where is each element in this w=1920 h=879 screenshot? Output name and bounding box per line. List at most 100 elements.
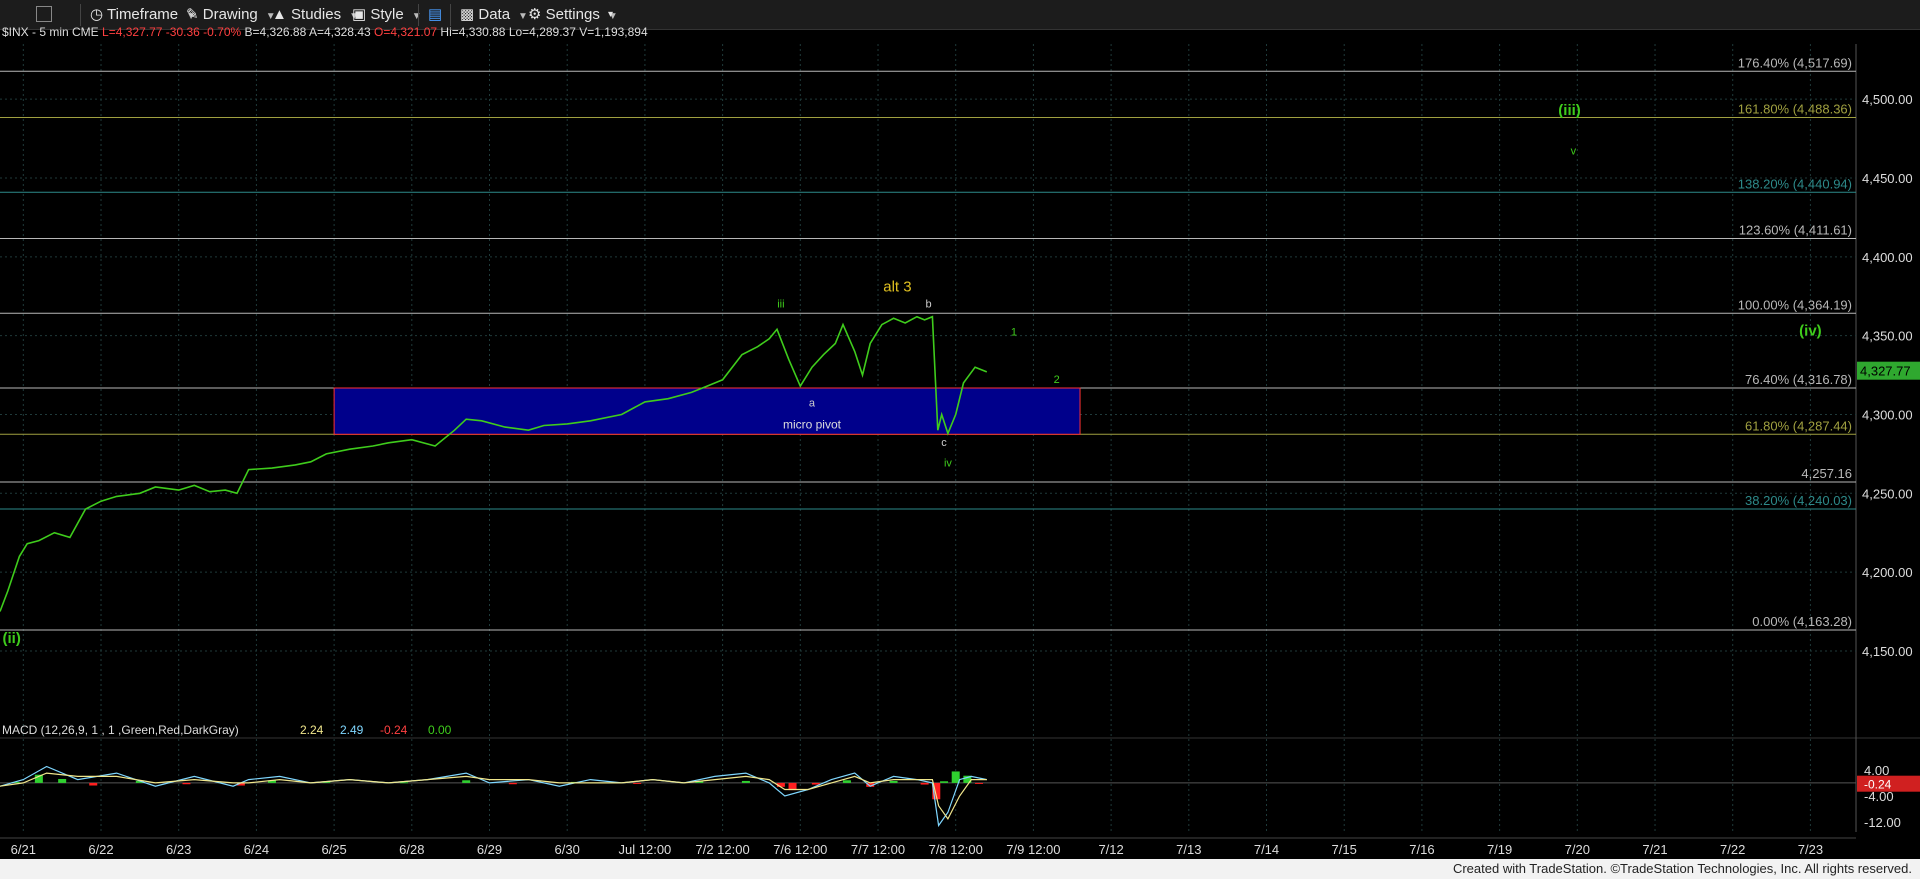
macd-histogram-bar [58,778,67,783]
macd-histogram-bar [182,782,191,785]
x-tick-label: 6/21 [11,842,36,857]
wave-label: v [1571,145,1577,157]
x-tick-label: 7/8 12:00 [929,842,983,857]
symbol-label: $INX - 5 min CME [2,25,99,39]
x-tick-label: 7/7 12:00 [851,842,905,857]
volume-value: V=1,193,894 [579,25,648,39]
macd-legend-value: 0.00 [428,723,452,737]
fib-label: 76.40% (4,316.78) [1745,372,1852,387]
ask-value: A=4,328.43 [308,25,371,39]
pencil-icon: ✎ [186,6,199,23]
macd-y-tick-label: -12.00 [1864,815,1901,830]
wave-label: (iv) [1799,323,1822,340]
x-tick-label: 6/30 [555,842,580,857]
x-tick-label: 7/21 [1642,842,1667,857]
timeframe-label: Timeframe [107,6,179,23]
style-label: Style [370,6,404,23]
x-tick-label: 7/12 [1098,842,1123,857]
x-tick-label: 6/25 [321,842,346,857]
drawing-menu[interactable]: ✎ Drawing ▼ [186,4,276,26]
chevron-down-icon: ▼ [518,11,528,22]
x-tick-label: 7/6 12:00 [773,842,827,857]
macd-histogram-bar [89,782,98,786]
x-tick-label: 6/28 [399,842,424,857]
x-tick-label: 7/19 [1487,842,1512,857]
drawing-label: Drawing [202,6,258,23]
macd-histogram-bar [633,782,642,784]
settings-menu[interactable]: ⚙ Settings ▼ [528,4,618,26]
layout-icon[interactable]: ▤ [428,4,442,26]
x-tick-label: 7/23 [1798,842,1823,857]
wave-label: alt 3 [883,279,911,296]
y-tick-label: 4,250.00 [1862,486,1913,501]
y-tick-label: 4,300.00 [1862,407,1913,422]
macd-histogram-bar [842,780,851,783]
gear-icon: ⚙ [528,6,542,23]
x-tick-label: 6/22 [88,842,113,857]
data-menu[interactable]: ▩ Data ▼ [460,4,528,26]
fib-label: 38.20% (4,240.03) [1745,493,1852,508]
clock-icon: ◷ [90,6,104,23]
chevron-down-icon: ▼ [411,11,422,22]
style-menu[interactable]: ▣ Style ▼ [352,4,422,26]
flask-icon: ▲ [272,6,287,23]
more-icon[interactable]: ▾ [608,4,613,26]
x-tick-label: 6/23 [166,842,191,857]
wave-label: iii [777,298,784,310]
fib-label: 161.80% (4,488.36) [1738,102,1852,117]
x-tick-label: 7/9 12:00 [1006,842,1060,857]
wave-label: 2 [1054,374,1060,386]
macd-legend-value: 2.24 [300,723,324,737]
macd-legend-value: -0.24 [380,723,408,737]
fib-label: 61.80% (4,287.44) [1745,418,1852,433]
change-value: -30.36 [165,25,200,39]
studies-menu[interactable]: ▲ Studies ▼ [272,4,359,26]
y-tick-label: 4,500.00 [1862,92,1913,107]
fib-label: 123.60% (4,411.61) [1739,223,1852,238]
footer-credit: Created with TradeStation. ©TradeStation… [1452,861,1912,876]
fib-label: 176.40% (4,517.69) [1738,55,1852,70]
wave-label: (iii) [1558,102,1581,119]
macd-legend-value: 2.49 [340,723,364,737]
wave-label: b [925,298,931,310]
micro-pivot-label: micro pivot [783,417,842,431]
x-tick-label: 7/13 [1176,842,1201,857]
y-tick-label: 4,200.00 [1862,565,1913,580]
wave-label: iv [944,457,952,469]
y-tick-label: 4,150.00 [1862,644,1913,659]
macd-histogram-bar [462,780,471,783]
macd-histogram-bar [741,780,750,783]
x-tick-label: Jul 12:00 [619,842,672,857]
x-tick-label: 7/22 [1720,842,1745,857]
last-price: L=4,327.77 [102,25,163,39]
y-tick-label: 4,400.00 [1862,250,1913,265]
macd-histogram-bar [920,782,929,785]
quote-header: $INX - 5 min CME L=4,327.77 -30.36 -0.70… [2,25,648,39]
macd-histogram-bar [508,782,517,785]
macd-title: MACD (12,26,9, 1 , 1 ,Green,Red,DarkGray… [2,723,239,737]
fib-label: 4,257.16 [1801,466,1852,481]
data-label: Data [478,6,511,23]
macd-histogram-bar [811,782,820,785]
micro-pivot-box [333,387,1081,435]
wave-label: (ii) [2,630,20,647]
x-tick-label: 7/2 12:00 [696,842,750,857]
price-chart[interactable]: 6/21 6/22 6/23 6/24 6/25 6/28 6/29 6/30 Jul 12:0… [0,30,1920,859]
low-value: Lo=4,289.37 [508,25,576,39]
wave-label: a [809,398,816,410]
x-tick-label: 7/15 [1332,842,1357,857]
settings-label: Settings [545,6,600,23]
timeframe-menu[interactable]: ◷ Timeframe ▼ [90,4,196,26]
x-tick-label: 6/29 [477,842,502,857]
macd-histogram-bar [940,781,949,783]
x-tick-label: 7/20 [1565,842,1590,857]
window-icon[interactable] [36,6,52,22]
chart-area[interactable]: 6/21 6/22 6/23 6/24 6/25 6/28 6/29 6/30 Jul 12:0… [0,25,1920,859]
style-icon: ▣ [352,6,367,23]
macd-histogram-bar [889,780,898,783]
footer: Created with TradeStation. ©TradeStation… [0,859,1920,879]
wave-label: c [941,437,947,449]
fib-label: 0.00% (4,163.28) [1752,614,1852,629]
macd-histogram-bar [975,782,984,784]
last-price-tag-label: 4,327.77 [1860,364,1911,379]
